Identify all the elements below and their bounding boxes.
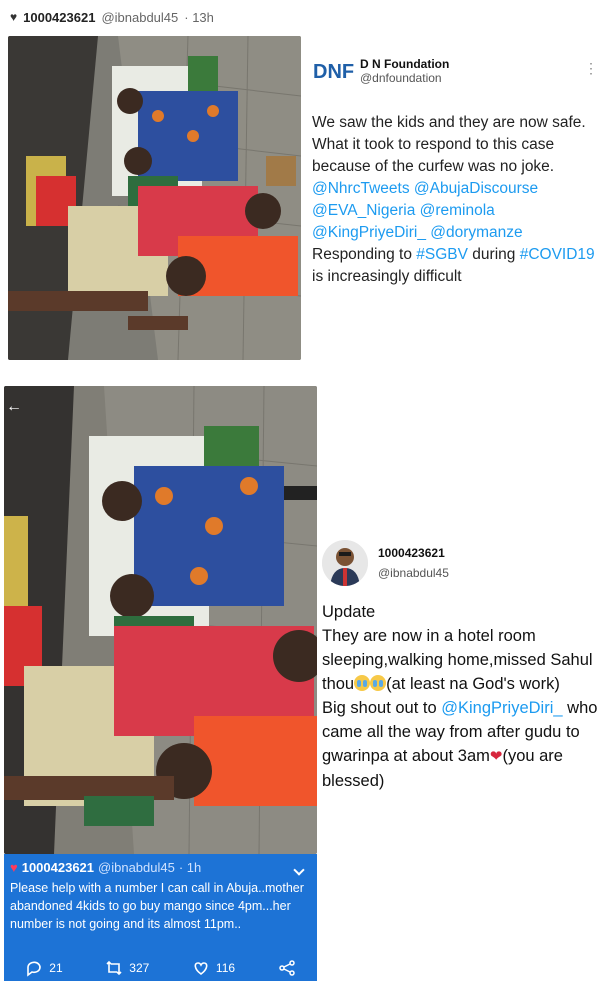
update-tweet[interactable]: 1000423621 @ibnabdul45 Update They are n… — [322, 540, 600, 793]
dn-logo-text: DNF — [313, 61, 354, 83]
update-text-2: (at least na God's work) — [386, 675, 560, 693]
top-tweet-user-id[interactable]: 1000423621 — [23, 10, 95, 25]
dn-tweet-body: We saw the kids and they are now safe. W… — [312, 112, 598, 288]
update-tweet-header: 1000423621 @ibnabdul45 — [322, 540, 600, 586]
update-tweet-handle[interactable]: @ibnabdul45 — [378, 566, 449, 580]
heart-outline-icon — [194, 962, 208, 975]
blue-tweet-name[interactable]: 1000423621 — [22, 860, 94, 875]
blue-tweet-header: ♥ 1000423621 @ibnabdul45 · 1h — [10, 860, 311, 875]
dn-foundation-logo[interactable]: DNF — [312, 56, 354, 86]
blue-tweet-text: Please help with a number I can call in … — [10, 881, 304, 931]
update-mention[interactable]: @KingPriyeDiri_ — [441, 699, 562, 717]
dn-tweet-text-1: We saw the kids and they are now safe. W… — [312, 114, 586, 175]
reply-count: 21 — [49, 961, 63, 975]
top-tweet-time: · 13h — [184, 9, 214, 25]
dn-foundation-tweet[interactable]: DNF D N Foundation @dnfoundation ⋮ We sa… — [312, 56, 598, 288]
heart-icon: ♥ — [10, 860, 18, 875]
kids-photo-2[interactable] — [4, 386, 317, 854]
update-tweet-body: Update They are now in a hotel room slee… — [322, 600, 600, 793]
dn-tweet-text-4: is increasingly difficult — [312, 268, 462, 285]
kids-photo-1[interactable] — [8, 36, 301, 360]
retweet-button[interactable]: 327 — [105, 959, 149, 977]
reply-button[interactable]: 21 — [25, 959, 63, 977]
crying-face-icon — [354, 675, 371, 691]
reply-icon — [27, 961, 42, 977]
more-options-icon[interactable]: ⋮ — [584, 60, 598, 77]
update-text-3: Big shout out to — [322, 699, 437, 717]
red-heart-icon: ❤ — [489, 748, 503, 765]
hashtag-covid19[interactable]: #COVID19 — [520, 246, 595, 263]
retweet-icon — [106, 960, 122, 976]
share-icon — [278, 960, 295, 976]
dn-tweet-text-3: during — [472, 246, 516, 263]
blue-tweet-handle[interactable]: @ibnabdul45 — [98, 860, 175, 875]
heart-icon: ♥ — [10, 10, 18, 24]
tweet-actions: 21 327 116 — [4, 959, 317, 977]
dn-tweet-mentions[interactable]: @NhrcTweets @AbujaDiscourse @EVA_Nigeria… — [312, 180, 538, 241]
like-button[interactable]: 116 — [192, 959, 235, 977]
update-tweet-name[interactable]: 1000423621 — [378, 546, 449, 560]
crying-face-icon — [370, 675, 387, 691]
dn-tweet-text-2: Responding to — [312, 246, 412, 263]
like-count: 116 — [215, 961, 236, 975]
top-tweet-header: ♥ 1000423621 @ibnabdul45 · 13h — [10, 6, 214, 28]
dn-tweet-name[interactable]: D N Foundation — [360, 57, 449, 71]
back-arrow-icon[interactable]: ← — [6, 398, 22, 416]
update-label: Update — [322, 603, 376, 621]
hashtag-sgbv[interactable]: #SGBV — [416, 246, 468, 263]
share-button[interactable] — [278, 959, 296, 977]
retweet-count: 327 — [129, 961, 150, 975]
dn-tweet-names: D N Foundation @dnfoundation — [360, 57, 449, 85]
dn-tweet-handle[interactable]: @dnfoundation — [360, 71, 449, 85]
avatar[interactable] — [322, 540, 368, 586]
blue-tweet-time: · 1h — [178, 860, 202, 875]
update-tweet-names: 1000423621 @ibnabdul45 — [378, 546, 449, 580]
dn-tweet-header: DNF D N Foundation @dnfoundation — [312, 56, 598, 86]
blue-tweet-card[interactable]: ♥ 1000423621 @ibnabdul45 · 1h Please hel… — [4, 854, 317, 981]
top-tweet-handle[interactable]: @ibnabdul45 — [101, 10, 178, 25]
screenshot-collage: ♥ 1000423621 @ibnabdul45 · 13h DNF D N F… — [0, 0, 600, 981]
